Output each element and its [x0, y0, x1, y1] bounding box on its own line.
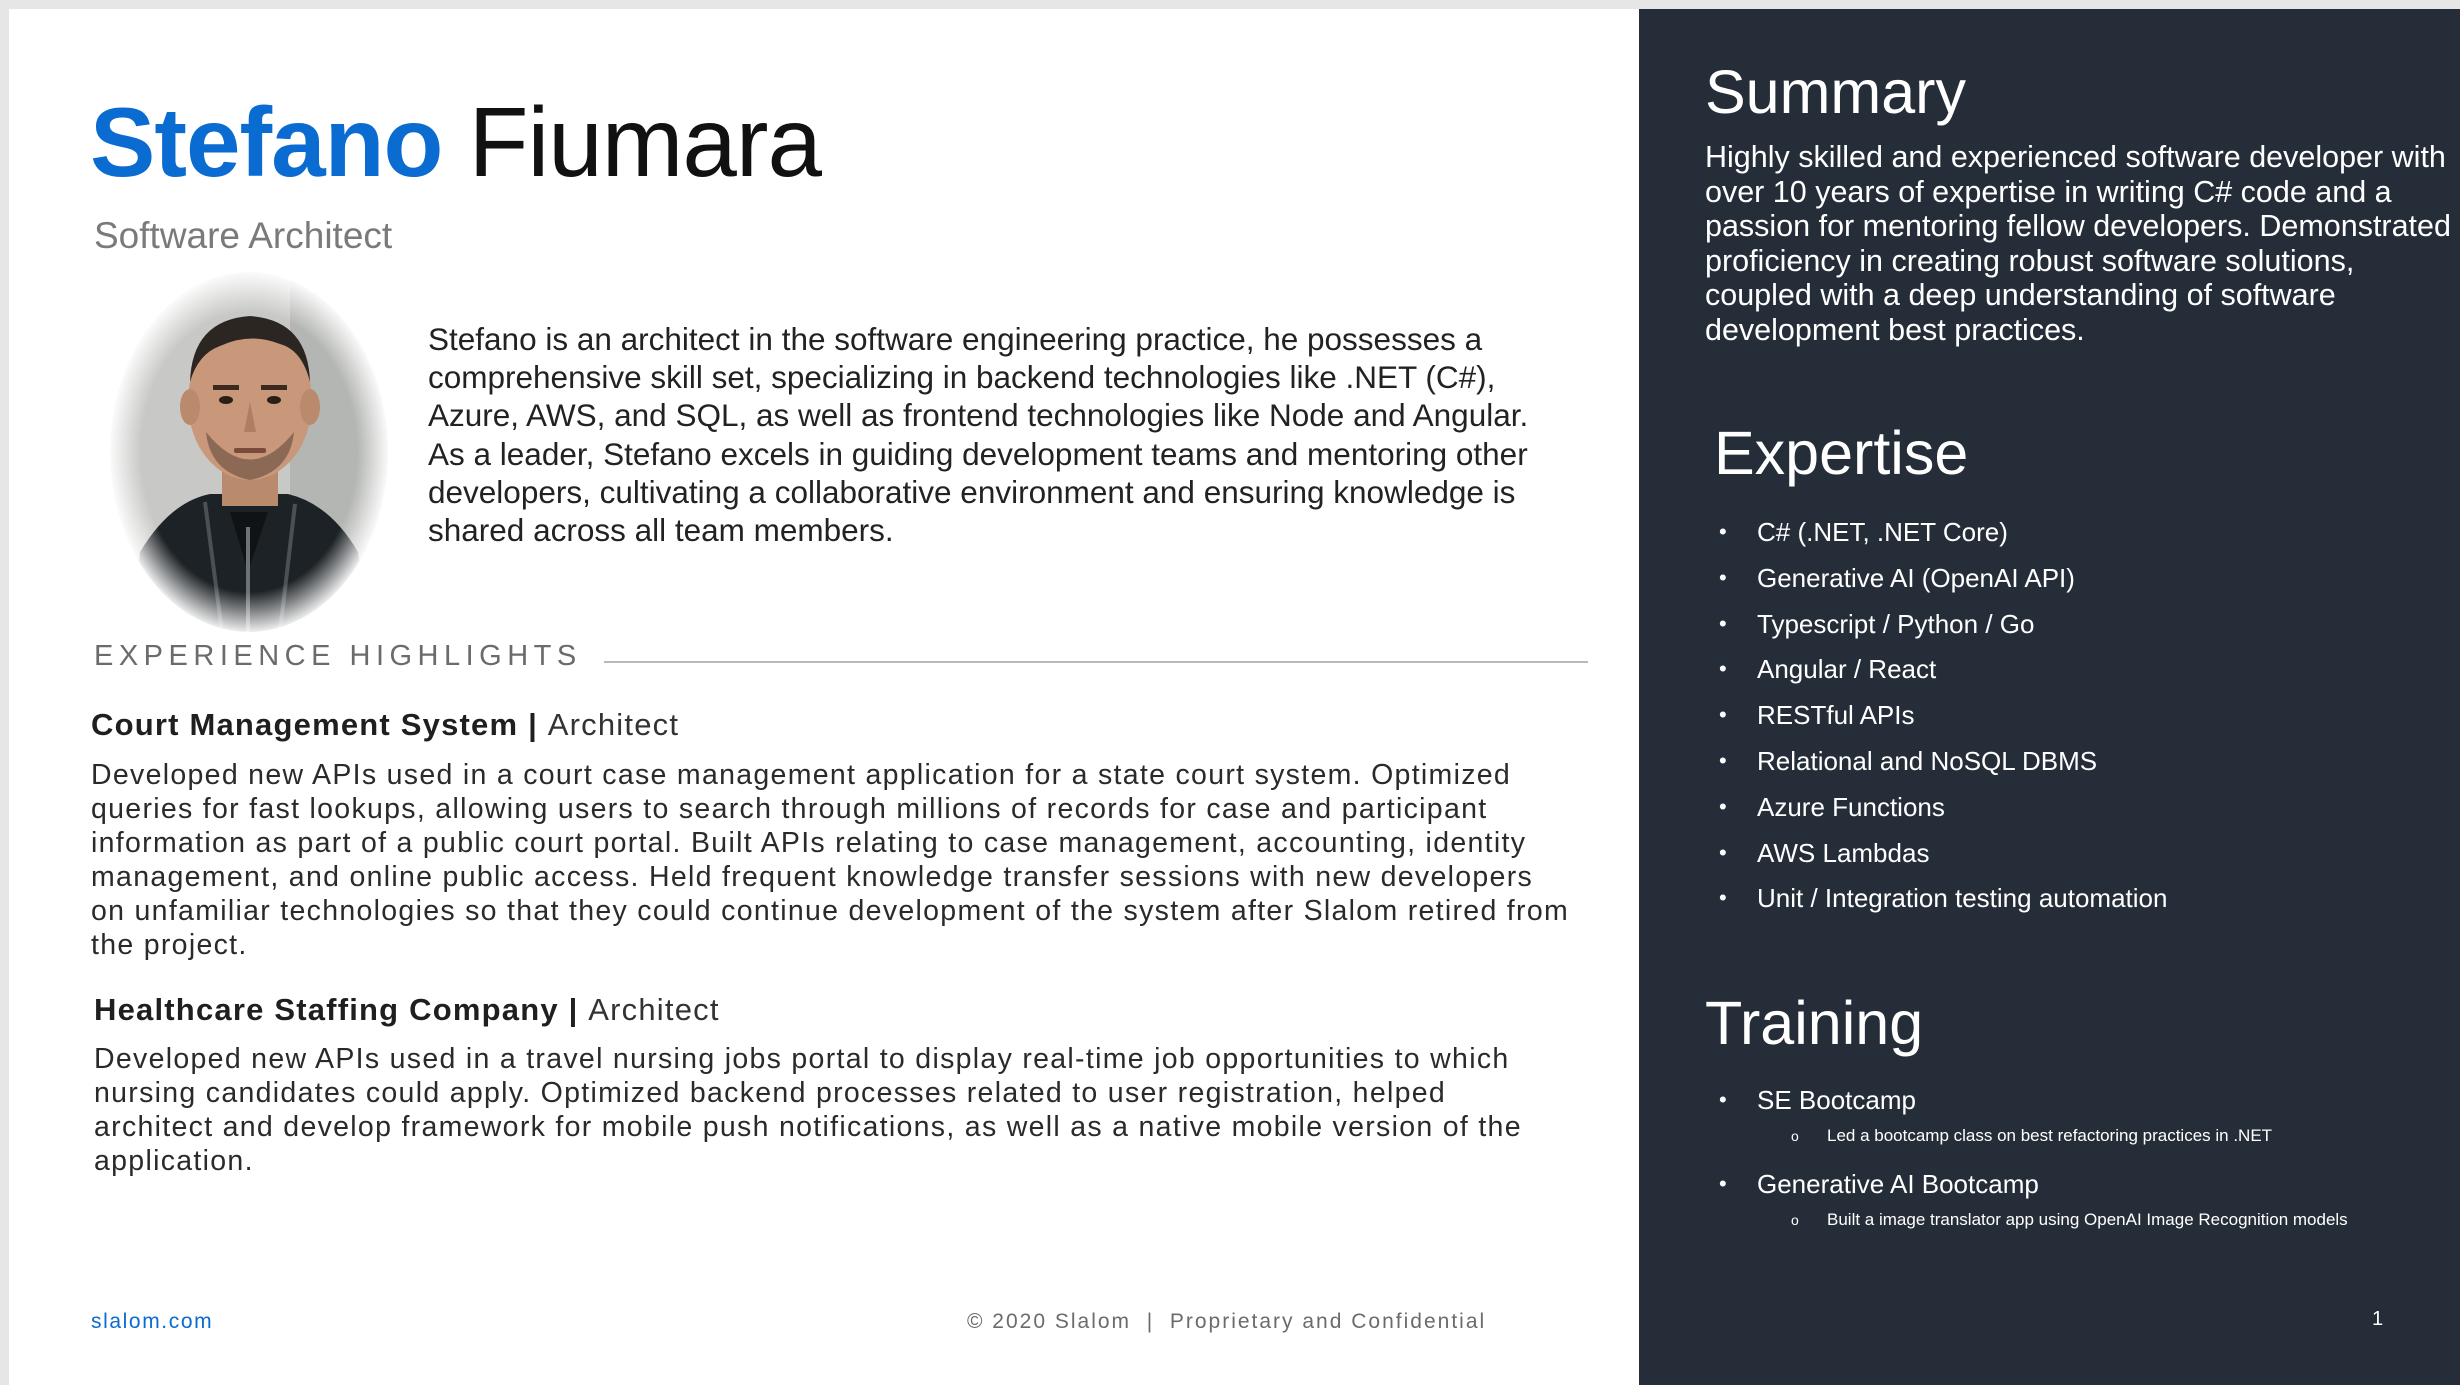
bullet-dot-icon: •	[1719, 885, 1727, 911]
training-title: SE Bootcamp	[1757, 1085, 1916, 1115]
footer-copyright-text: © 2020 Slalom | Proprietary and Confiden…	[967, 1310, 1487, 1333]
list-item: • Azure Functions	[1719, 791, 2167, 837]
person-name: Stefano Fiumara	[90, 82, 822, 202]
list-item: • Angular / React	[1719, 653, 2167, 699]
training-detail: Led a bootcamp class on best refactoring…	[1827, 1126, 2273, 1145]
list-item: o Led a bootcamp class on best refactorin…	[1719, 1124, 2348, 1168]
experience-heading: EXPERIENCE HIGHLIGHTS	[94, 640, 582, 672]
bullet-dot-icon: •	[1719, 610, 1727, 636]
expertise-item: Unit / Integration testing automation	[1757, 883, 2168, 914]
expertise-item: RESTful APIs	[1757, 700, 1915, 731]
ring-bullet-icon: o	[1791, 1128, 1799, 1144]
expertise-heading: Expertise	[1714, 419, 1969, 487]
list-item: • Unit / Integration testing automation	[1719, 882, 2167, 928]
expertise-item: Relational and NoSQL DBMS	[1757, 745, 2098, 776]
training-list: • SE Bootcamp o Led a bootcamp class on be…	[1719, 1084, 2348, 1252]
footer-website-link[interactable]: slalom.com	[91, 1310, 213, 1334]
list-item: • C# (.NET, .NET Core)	[1719, 516, 2167, 562]
last-name: Fiumara	[468, 87, 822, 197]
profile-photo-image	[110, 272, 388, 632]
expertise-item: Azure Functions	[1757, 791, 1945, 822]
expertise-item: C# (.NET, .NET Core)	[1757, 517, 2008, 547]
job-company: Healthcare Staffing Company	[94, 992, 559, 1027]
training-detail: Built a image translator app using OpenA…	[1827, 1210, 2348, 1229]
bullet-dot-icon: •	[1719, 747, 1727, 773]
bio-paragraph: Stefano is an architect in the software …	[428, 321, 1529, 549]
bullet-dot-icon: •	[1719, 839, 1727, 865]
bullet-dot-icon: •	[1719, 656, 1727, 682]
job-position: Architect	[588, 992, 720, 1027]
job-separator: |	[558, 992, 589, 1027]
list-item: • Typescript / Python / Go	[1719, 608, 2167, 654]
expertise-item: AWS Lambdas	[1757, 837, 1930, 868]
list-item: • RESTful APIs	[1719, 699, 2167, 745]
bullet-dot-icon: •	[1719, 564, 1727, 590]
list-item: • Relational and NoSQL DBMS	[1719, 745, 2167, 791]
expertise-item: Angular / React	[1757, 654, 1937, 685]
job-description: Developed new APIs used in a travel nurs…	[94, 1043, 1522, 1177]
resume-slide: Stefano Fiumara Software Architect Stefa…	[0, 0, 2460, 1385]
training-heading: Training	[1705, 989, 1924, 1057]
bullet-dot-icon: •	[1719, 519, 1727, 544]
bullet-dot-icon: •	[1719, 793, 1727, 819]
bullet-dot-icon: •	[1719, 702, 1727, 728]
list-item: • SE Bootcamp	[1719, 1084, 2348, 1124]
list-item: • Generative AI Bootcamp	[1719, 1168, 2348, 1208]
job-company: Court Management System	[91, 707, 519, 742]
page-number: 1	[2372, 1308, 2384, 1330]
side-panel: Summary Highly skilled and experienced s…	[1639, 9, 2460, 1385]
slide-border-top	[0, 0, 2460, 9]
summary-text: Highly skilled and experienced software …	[1705, 140, 2451, 347]
bullet-dot-icon: •	[1719, 1171, 1727, 1196]
list-item: • AWS Lambdas	[1719, 837, 2167, 883]
expertise-list: • C# (.NET, .NET Core) • Generative AI (Op…	[1719, 516, 2167, 928]
job-position: Architect	[547, 707, 680, 742]
job-title: Court Management System | Architect	[91, 707, 679, 743]
first-name: Stefano	[90, 87, 443, 197]
slide-border-left	[0, 9, 9, 1385]
expertise-item: Typescript / Python / Go	[1757, 608, 2035, 639]
list-item: • Generative AI (OpenAI API)	[1719, 562, 2167, 608]
expertise-item: Generative AI (OpenAI API)	[1757, 562, 2075, 593]
list-item: o Built a image translator app using Open…	[1719, 1208, 2348, 1252]
footer-copyright: © 2020 Slalom | Proprietary and Confiden…	[967, 1310, 1486, 1334]
bullet-dot-icon: •	[1719, 1087, 1727, 1112]
training-title: Generative AI Bootcamp	[1757, 1169, 2039, 1199]
summary-heading: Summary	[1705, 58, 1966, 126]
profile-photo	[110, 272, 388, 632]
ring-bullet-icon: o	[1791, 1212, 1799, 1228]
job-title: Healthcare Staffing Company | Architect	[94, 992, 720, 1028]
job-role: Software Architect	[94, 215, 393, 256]
job-description: Developed new APIs used in a court case …	[91, 759, 1570, 961]
job-separator: |	[518, 707, 548, 742]
experience-divider	[604, 661, 1588, 663]
